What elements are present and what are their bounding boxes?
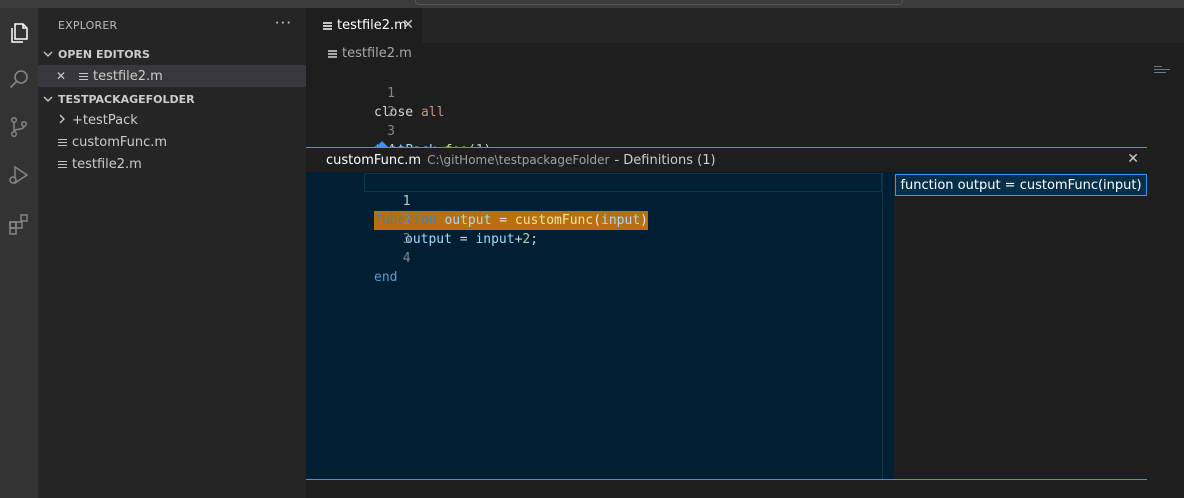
file-icon xyxy=(58,138,67,147)
open-editors-header[interactable]: OPEN EDITORS xyxy=(38,43,306,65)
run-debug-icon[interactable] xyxy=(0,156,38,194)
search-icon[interactable] xyxy=(0,60,38,98)
code-line: 3 testPack.foo(1); xyxy=(306,103,499,158)
extensions-icon[interactable] xyxy=(0,205,38,243)
peek-file-name[interactable]: customFunc.m xyxy=(326,153,421,168)
line-number: 2 xyxy=(402,213,411,228)
close-icon[interactable]: ✕ xyxy=(38,69,66,83)
line-number: 1 xyxy=(402,194,411,209)
code-line: 2 output = input+2; xyxy=(306,192,538,247)
chevron-down-icon xyxy=(38,94,58,104)
tab-bar: testfile2.m ✕ xyxy=(306,8,1184,43)
line-number: 2 xyxy=(387,105,395,120)
line-number: 3 xyxy=(402,232,411,247)
sidebar-title: EXPLORER xyxy=(58,19,118,32)
chevron-right-icon xyxy=(38,113,72,128)
tree-item-testfile2[interactable]: testfile2.m xyxy=(38,153,306,175)
peek-header: customFunc.m C:\gitHome\testpackageFolde… xyxy=(306,148,1147,172)
code-line: 1 function output = customFunc(input) xyxy=(306,173,648,230)
peek-description: - Definitions (1) xyxy=(614,152,716,168)
explorer-icon[interactable] xyxy=(0,14,38,52)
folder-header[interactable]: TESTPACKAGEFOLDER xyxy=(38,88,306,110)
title-bar xyxy=(0,0,1184,8)
definition-highlight: function output = customFunc(input) xyxy=(374,211,648,230)
tree-item-label: testfile2.m xyxy=(72,156,142,172)
reference-item[interactable]: function output = customFunc(input) xyxy=(895,174,1147,196)
file-icon xyxy=(323,21,332,30)
breadcrumb-file: testfile2.m xyxy=(342,46,412,61)
breadcrumb[interactable]: testfile2.m xyxy=(328,46,412,61)
activity-bar xyxy=(0,8,38,498)
tree-item-customfunc[interactable]: customFunc.m xyxy=(38,131,306,153)
file-icon xyxy=(58,160,67,169)
argument: all xyxy=(420,105,445,120)
peek-code[interactable]: 1 function output = customFunc(input) 2 … xyxy=(306,173,882,479)
code-line: 4 end xyxy=(306,230,411,285)
code-line: 1 close all xyxy=(306,65,444,120)
explorer-sidebar: EXPLORER ··· OPEN EDITORS ✕ testfile2.m … xyxy=(38,8,306,498)
code-line: 4 customFunc(1) xyxy=(306,122,476,177)
file-icon xyxy=(79,72,88,81)
close-icon[interactable]: ✕ xyxy=(402,17,414,33)
tab-testfile2[interactable]: testfile2.m ✕ xyxy=(306,8,422,43)
line-number: 1 xyxy=(387,86,395,101)
tree-item-testpack[interactable]: +testPack xyxy=(38,109,306,131)
source-control-icon[interactable] xyxy=(0,108,38,146)
end-keyword: end xyxy=(374,270,398,285)
current-line-border xyxy=(364,173,882,192)
open-editor-item[interactable]: ✕ testfile2.m xyxy=(38,65,306,87)
command-center[interactable] xyxy=(415,0,903,5)
peek-file-path: C:\gitHome\testpackageFolder xyxy=(427,153,610,167)
line-number: 3 xyxy=(387,124,395,139)
minimap[interactable] xyxy=(1154,66,1170,76)
close-icon[interactable]: ✕ xyxy=(1127,151,1139,167)
peek-definition-widget: customFunc.m C:\gitHome\testpackageFolde… xyxy=(306,147,1147,480)
file-icon xyxy=(328,49,337,58)
code-line: 2 xyxy=(306,84,395,120)
open-editor-name: testfile2.m xyxy=(93,68,163,84)
editor-area: testfile2.m ✕ testfile2.m 1 close all 2 … xyxy=(306,8,1184,498)
tree-item-label: customFunc.m xyxy=(72,134,168,150)
folder-label: TESTPACKAGEFOLDER xyxy=(58,92,195,106)
peek-reference-list: function output = customFunc(input) xyxy=(894,173,1147,479)
code-line: 3 xyxy=(306,211,411,247)
chevron-down-icon xyxy=(38,49,58,59)
tab-label: testfile2.m xyxy=(337,18,407,33)
line-number: 4 xyxy=(402,251,411,266)
more-actions-icon[interactable]: ··· xyxy=(275,14,292,32)
tree-item-label: +testPack xyxy=(72,112,138,128)
open-editors-label: OPEN EDITORS xyxy=(58,47,150,61)
